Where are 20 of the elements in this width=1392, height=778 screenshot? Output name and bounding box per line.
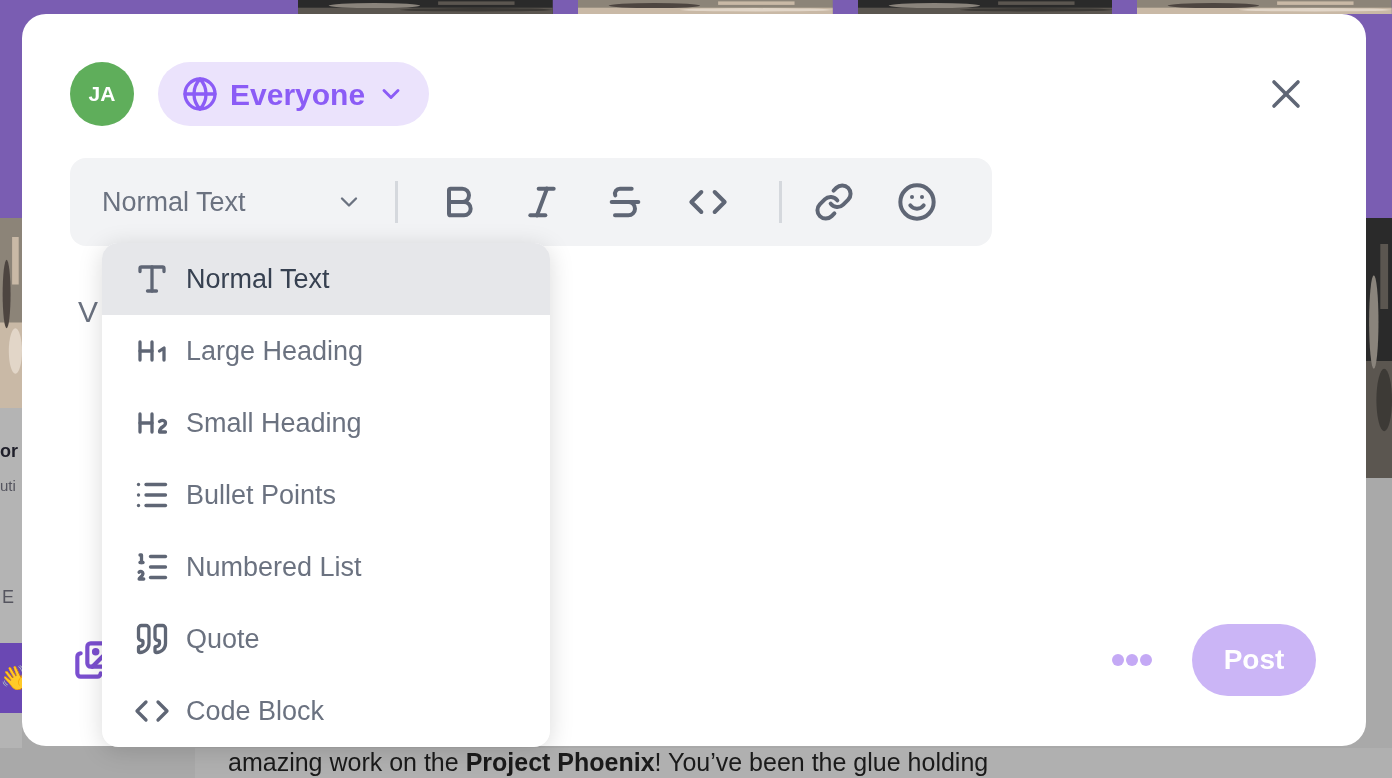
menu-item[interactable]: Code Block xyxy=(102,675,550,747)
card-subtitle: uti xyxy=(0,476,16,496)
post-text: amazing work on the Project Phoenix! You’ve been the glue holding xyxy=(228,748,990,777)
globe-icon xyxy=(182,76,218,112)
smiley-icon xyxy=(896,182,937,222)
menu-item[interactable]: Large Heading xyxy=(102,315,550,387)
quote-icon xyxy=(134,621,170,657)
user-avatar: JA xyxy=(70,62,134,126)
card-title: or xyxy=(0,440,18,463)
post-editor-field[interactable]: V xyxy=(78,294,98,330)
menu-item[interactable]: Normal Text xyxy=(102,243,550,315)
menu-item[interactable]: Bullet Points xyxy=(102,459,550,531)
card-meta: E xyxy=(2,585,14,609)
more-icon xyxy=(1112,654,1152,666)
menu-item[interactable]: Small Heading xyxy=(102,387,550,459)
menu-item[interactable]: Quote xyxy=(102,603,550,675)
menu-item[interactable]: Numbered List xyxy=(102,531,550,603)
text-style-select[interactable]: Normal Text xyxy=(102,181,364,223)
audience-select[interactable]: Everyone xyxy=(158,62,430,126)
link-icon xyxy=(813,182,854,222)
